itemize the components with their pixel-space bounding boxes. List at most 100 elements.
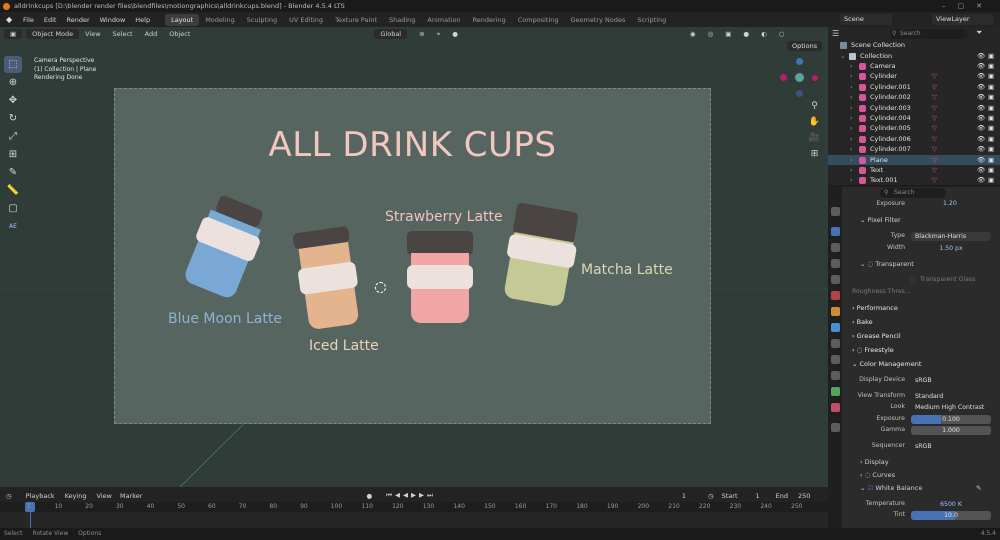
- blender-menu-icon[interactable]: ◆: [6, 15, 12, 24]
- eye-icon[interactable]: 👁: [977, 155, 985, 165]
- proportional-icon[interactable]: ●: [446, 30, 464, 38]
- physics-tab-icon[interactable]: [831, 355, 840, 364]
- performance-panel[interactable]: › Performance: [842, 302, 1000, 315]
- pixel-filter-panel[interactable]: ⌄ Pixel Filter: [842, 214, 1000, 227]
- eye-icon[interactable]: 👁: [977, 113, 985, 123]
- outliner-row-cylinder[interactable]: › Cylinder ▽ 👁 ▣: [828, 71, 1000, 81]
- outliner-row-cylinder-003[interactable]: › Cylinder.003 ▽ 👁 ▣: [828, 103, 1000, 113]
- gizmo-neg-z-axis[interactable]: [796, 90, 803, 97]
- modifier-icon[interactable]: ▽: [932, 144, 937, 154]
- workspace-tab-modeling[interactable]: Modeling: [199, 14, 241, 26]
- viewport-menu-view[interactable]: View: [79, 30, 106, 38]
- scene-collection-row[interactable]: Scene Collection: [828, 40, 1000, 50]
- outliner-row-collection[interactable]: ⌄ Collection 👁 ▣: [828, 51, 1000, 61]
- workspace-tab-sculpting[interactable]: Sculpting: [241, 14, 283, 26]
- texture-tab-icon[interactable]: [831, 423, 840, 432]
- modifier-icon[interactable]: ▽: [932, 113, 937, 123]
- scene-selector[interactable]: Scene: [840, 14, 892, 25]
- viewport-menu-select[interactable]: Select: [107, 30, 139, 38]
- timeline-editor-icon[interactable]: ◷: [6, 492, 12, 500]
- tool-tab-icon[interactable]: [831, 207, 840, 216]
- measure-tool-icon[interactable]: 📏: [4, 182, 22, 199]
- render-camera-icon[interactable]: ▣: [988, 61, 994, 71]
- view-menu[interactable]: View: [97, 492, 112, 500]
- playback-menu[interactable]: Playback: [26, 492, 55, 500]
- particles-tab-icon[interactable]: [831, 339, 840, 348]
- expand-arrow-icon[interactable]: ›: [850, 103, 853, 113]
- move-tool-icon[interactable]: ✥: [4, 92, 22, 109]
- expand-arrow-icon[interactable]: ›: [850, 61, 853, 71]
- tint-slider[interactable]: 10.0: [911, 510, 991, 520]
- render-camera-icon[interactable]: ▣: [988, 123, 994, 133]
- eye-icon[interactable]: 👁: [977, 175, 985, 185]
- gizmo-neg-x-axis[interactable]: [812, 75, 818, 81]
- camera-view-icon[interactable]: 🎥: [808, 132, 821, 145]
- expand-arrow-icon[interactable]: ›: [850, 123, 853, 133]
- outliner-row-cylinder-007[interactable]: › Cylinder.007 ▽ 👁 ▣: [828, 144, 1000, 154]
- snap-icon[interactable]: ⌖: [431, 30, 447, 39]
- editor-type-dropdown[interactable]: ▣: [4, 29, 23, 39]
- look-dropdown[interactable]: Medium High Contrast: [911, 403, 991, 412]
- menu-window[interactable]: Window: [95, 16, 131, 24]
- white-balance-panel[interactable]: ⌄ ☑ White Balance ✎: [842, 482, 1000, 495]
- gamma-field[interactable]: 1.000: [911, 425, 991, 435]
- filter-width-field[interactable]: 1.50 px: [911, 244, 991, 253]
- output-tab-icon[interactable]: [831, 243, 840, 252]
- transparent-glass-row[interactable]: ◌ Transparent Glass: [842, 274, 1000, 286]
- viewport-menu-add[interactable]: Add: [139, 30, 164, 38]
- bake-panel[interactable]: › Bake: [842, 316, 1000, 329]
- render-camera-icon[interactable]: ▣: [988, 165, 994, 175]
- sequencer-dropdown[interactable]: sRGB: [911, 442, 991, 451]
- properties-search-input[interactable]: ⚲ Search: [880, 188, 946, 198]
- keying-menu[interactable]: Keying: [65, 492, 87, 500]
- menu-render[interactable]: Render: [61, 16, 94, 24]
- render-camera-icon[interactable]: ▣: [988, 71, 994, 81]
- start-field[interactable]: 1: [756, 492, 760, 500]
- expand-arrow-icon[interactable]: ›: [850, 92, 853, 102]
- modifier-icon[interactable]: ▽: [932, 103, 937, 113]
- zoom-icon[interactable]: ⚲: [808, 100, 821, 113]
- display-panel[interactable]: › Display: [842, 456, 1000, 469]
- render-camera-icon[interactable]: ▣: [988, 82, 994, 92]
- modifier-tab-icon[interactable]: [831, 323, 840, 332]
- select-box-tool-icon[interactable]: ⬚: [4, 56, 22, 73]
- eye-icon[interactable]: 👁: [977, 51, 985, 61]
- outliner-row-camera[interactable]: › Camera 👁 ▣: [828, 61, 1000, 71]
- outliner-row-cylinder-001[interactable]: › Cylinder.001 ▽ 👁 ▣: [828, 82, 1000, 92]
- render-camera-icon[interactable]: ▣: [988, 144, 994, 154]
- eye-icon[interactable]: 👁: [977, 71, 985, 81]
- outliner-row-text-001[interactable]: › Text.001 ▽ 👁 ▣: [828, 175, 1000, 185]
- display-device-dropdown[interactable]: sRGB: [911, 376, 991, 385]
- outliner-editor-icon[interactable]: ☰: [832, 29, 839, 38]
- workspace-tab-compositing[interactable]: Compositing: [512, 14, 565, 26]
- transparent-glass-checkbox[interactable]: ◌: [910, 274, 915, 286]
- gizmo-x-axis[interactable]: [780, 74, 787, 81]
- workspace-tab-geometry-nodes[interactable]: Geometry Nodes: [565, 14, 632, 26]
- menu-file[interactable]: File: [18, 16, 39, 24]
- eye-icon[interactable]: 👁: [977, 144, 985, 154]
- expand-arrow-icon[interactable]: ›: [850, 165, 853, 175]
- eye-icon[interactable]: 👁: [977, 82, 985, 92]
- view-layer-tab-icon[interactable]: [831, 259, 840, 268]
- exposure-top-value[interactable]: 1.20: [943, 198, 957, 210]
- visibility-icon[interactable]: ◉: [684, 30, 702, 38]
- temperature-field[interactable]: 6500 K: [911, 500, 991, 509]
- clock-icon[interactable]: ◷: [708, 492, 714, 500]
- shading-rendered-icon[interactable]: ○: [773, 30, 791, 38]
- expand-arrow-icon[interactable]: ›: [850, 175, 853, 185]
- render-camera-icon[interactable]: ▣: [988, 175, 994, 185]
- scene-tab-icon[interactable]: [831, 275, 840, 284]
- outliner-search-input[interactable]: ⚲ Search: [890, 29, 968, 39]
- record-icon[interactable]: ●: [366, 492, 372, 500]
- expand-arrow-icon[interactable]: ›: [850, 155, 853, 165]
- cursor-tool-icon[interactable]: ⊕: [4, 74, 22, 91]
- window-controls[interactable]: –▢✕: [942, 0, 994, 12]
- expand-arrow-icon[interactable]: ›: [850, 82, 853, 92]
- render-camera-icon[interactable]: ▣: [988, 103, 994, 113]
- expand-arrow-icon[interactable]: ›: [850, 144, 853, 154]
- expand-arrow-icon[interactable]: ›: [850, 134, 853, 144]
- scale-tool-icon[interactable]: ⤢: [4, 128, 22, 145]
- timeline-track[interactable]: [0, 512, 828, 528]
- constraints-tab-icon[interactable]: [831, 371, 840, 380]
- playback-controls[interactable]: ⏮◀◀▶▶⏭: [386, 491, 436, 500]
